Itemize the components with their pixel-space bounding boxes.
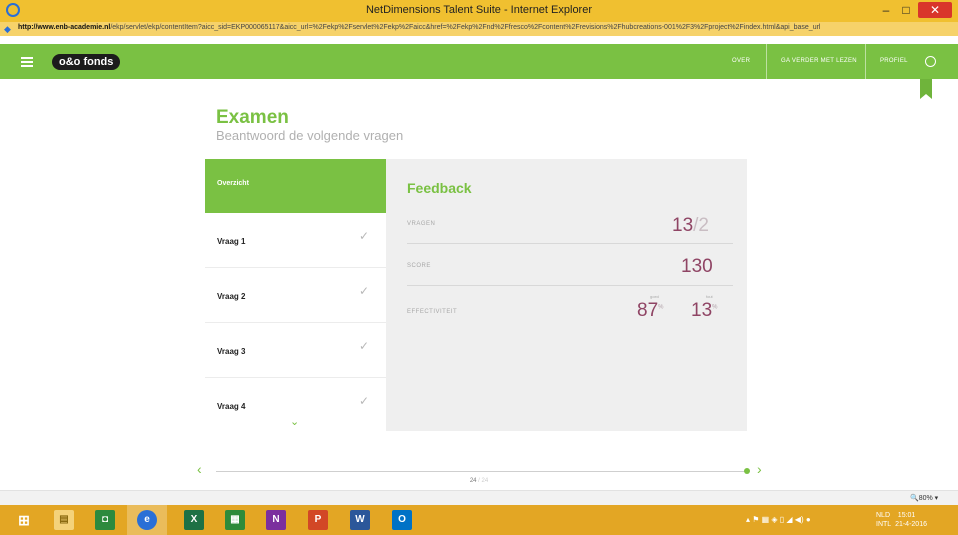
address-host: http://www.enb-academie.nl [18, 24, 111, 31]
sidebar-item-overzicht[interactable]: Overzicht [205, 159, 386, 213]
feedback-panel: Feedback VRAGEN 13/2 SCORE 130 EFFECTIVI… [386, 159, 747, 431]
calculator-icon[interactable]: ▦ [225, 510, 245, 530]
taskbar-clock[interactable]: NLD 15:01 INTL 21-4-2016 [876, 511, 927, 529]
questions-count: 13 [672, 215, 694, 236]
percent-sign: % [658, 304, 664, 311]
address-bar[interactable]: ◆ http://www.enb-academie.nl/ekp/servlet… [0, 22, 958, 36]
sidebar-item-vraag-3[interactable]: Vraag 3 ✓ [205, 323, 386, 378]
check-icon: ✓ [359, 339, 370, 353]
windows-start-icon[interactable]: ⊞ [14, 510, 34, 530]
hamburger-menu-icon[interactable] [21, 57, 33, 67]
store-icon[interactable]: ◘ [95, 510, 115, 530]
window-title: NetDimensions Talent Suite - Internet Ex… [365, 4, 592, 16]
sidebar-item-vraag-1[interactable]: Vraag 1 ✓ [205, 213, 386, 268]
score-label: SCORE [407, 263, 431, 269]
score-value: 130 [681, 256, 713, 277]
questions-label: VRAGEN [407, 221, 436, 227]
powerpoint-icon[interactable]: P [308, 510, 328, 530]
sidebar-item-label: Vraag 4 [217, 402, 246, 411]
check-icon: ✓ [359, 394, 370, 408]
nav-ga-verder[interactable]: GA VERDER MET LEZEN [781, 44, 857, 79]
bad-number: 13 [691, 300, 713, 321]
oo-fonds-logo[interactable]: o&o fonds [52, 54, 121, 70]
outlook-icon[interactable]: O [392, 510, 412, 530]
page-title: Examen [216, 107, 289, 128]
excel-icon[interactable]: X [184, 510, 204, 530]
sidebar-item-label: Overzicht [217, 180, 249, 187]
sidebar-item-vraag-2[interactable]: Vraag 2 ✓ [205, 268, 386, 323]
questions-row: VRAGEN 13/2 [407, 211, 733, 244]
nav-separator [766, 44, 767, 79]
address-url[interactable]: http://www.enb-academie.nl/ekp/servlet/e… [18, 24, 820, 31]
system-tray-icons[interactable]: ▴ ⚑ ▦ ◈ ▯ ◢ ◀) ● [746, 515, 811, 524]
word-icon[interactable]: W [350, 510, 370, 530]
input-language: NLD [876, 512, 891, 519]
close-button[interactable]: ✕ [918, 2, 952, 18]
previous-page-button[interactable]: ‹ [197, 461, 202, 477]
feedback-title: Feedback [407, 180, 472, 196]
clock-date: 21-4-2016 [895, 521, 927, 528]
address-path: /ekp/servlet/ekp/contentItem?aicc_sid=EK… [110, 24, 821, 31]
bookmark-icon[interactable] [920, 79, 932, 99]
next-page-button[interactable]: › [757, 461, 762, 477]
clock-time: 15:01 [897, 512, 916, 519]
page-current: 24 [469, 478, 477, 484]
good-label: goed [650, 294, 659, 299]
effectiveness-row: EFFECTIVITEIT goed fout 87% 13% [407, 286, 733, 346]
maximize-button[interactable]: □ [898, 2, 914, 18]
questions-value: 13/2 [672, 215, 709, 237]
progress-track[interactable] [216, 471, 747, 472]
good-number: 87 [637, 300, 659, 321]
bad-value: 13% [691, 300, 717, 322]
onenote-icon[interactable]: N [266, 510, 286, 530]
windows-taskbar: ⊞ ▤ ◘ e X ▦ N P W O ▴ ⚑ ▦ ◈ ▯ ◢ ◀) ● NLD… [0, 505, 958, 535]
question-sidebar: Overzicht Vraag 1 ✓ Vraag 2 ✓ Vraag 3 ✓ … [205, 159, 386, 431]
nav-over[interactable]: OVER [732, 44, 750, 79]
minimize-button[interactable]: – [878, 2, 894, 18]
ie-status-bar: 🔍80% ▾ [0, 490, 958, 505]
app-header: o&o fonds OVER GA VERDER MET LEZEN PROFI… [0, 44, 958, 79]
zoom-control[interactable]: 🔍80% ▾ [910, 494, 938, 502]
percent-sign: % [712, 304, 718, 311]
file-explorer-icon[interactable]: ▤ [54, 510, 74, 530]
nav-profiel[interactable]: PROFIEL [880, 44, 908, 79]
page-icon: ◆ [4, 24, 11, 34]
page-subtitle: Beantwoord de volgende vragen [216, 128, 404, 143]
keyboard-layout: INTL [876, 521, 892, 528]
good-value: 87% [637, 300, 663, 322]
check-icon: ✓ [359, 229, 370, 243]
internet-explorer-icon[interactable]: e [137, 510, 157, 530]
check-icon: ✓ [359, 284, 370, 298]
window-titlebar: NetDimensions Talent Suite - Internet Ex… [0, 0, 958, 22]
sidebar-item-label: Vraag 2 [217, 292, 246, 301]
progress-handle[interactable] [744, 468, 750, 474]
questions-total: /2 [693, 215, 709, 236]
profile-icon[interactable] [925, 56, 936, 67]
page-total: / 24 [478, 478, 489, 484]
score-row: SCORE 130 [407, 244, 733, 286]
effectiveness-label: EFFECTIVITEIT [407, 309, 458, 315]
chevron-down-icon[interactable]: ⌄ [290, 417, 299, 428]
nav-separator [865, 44, 866, 79]
page-indicator: 24 / 24 [448, 478, 510, 484]
bad-label: fout [706, 294, 713, 299]
sidebar-item-label: Vraag 3 [217, 347, 246, 356]
sidebar-item-label: Vraag 1 [217, 237, 246, 246]
